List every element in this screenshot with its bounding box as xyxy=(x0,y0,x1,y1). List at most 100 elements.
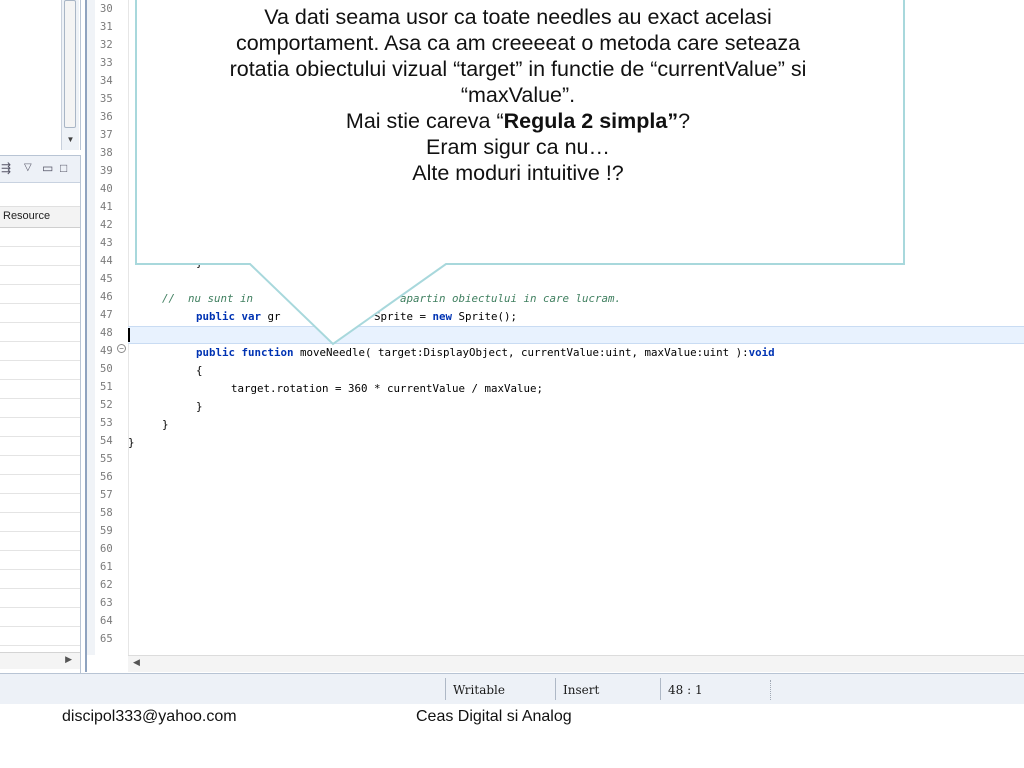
filter-icon[interactable]: ⇶ xyxy=(1,161,11,175)
table-row[interactable] xyxy=(0,589,80,608)
table-row[interactable] xyxy=(0,437,80,456)
table-row[interactable] xyxy=(0,456,80,475)
editor-horizontal-scrollbar[interactable]: ◀ xyxy=(128,655,1024,672)
line-number: 54 xyxy=(100,435,113,447)
code-line-50[interactable]: { xyxy=(196,362,203,380)
code-line-51[interactable]: target.rotation = 360 * currentValue / m… xyxy=(231,380,543,398)
table-row[interactable] xyxy=(0,399,80,418)
line-number: 35 xyxy=(100,93,113,105)
line-number: 39 xyxy=(100,165,113,177)
keyword-public: public xyxy=(196,310,236,323)
problems-panel: ⇶ ▽ ▭ □ Resource ▶ xyxy=(0,155,81,674)
line-number: 59 xyxy=(100,525,113,537)
line-number: 50 xyxy=(100,363,113,375)
callout-line: comportament. Asa ca am creeeeat o metod… xyxy=(235,31,801,55)
identifier: gr xyxy=(261,310,281,323)
table-row[interactable] xyxy=(0,551,80,570)
code-line-47[interactable]: public var gr Sprite = new Sprite(); xyxy=(196,308,517,326)
table-row[interactable] xyxy=(0,266,80,285)
footer-title: Ceas Digital si Analog xyxy=(416,708,572,725)
status-cursor-position: 48 : 1 xyxy=(668,683,703,697)
scroll-down-arrow-icon[interactable]: ▼ xyxy=(62,133,79,147)
outline-scrollbar[interactable]: ▼ xyxy=(61,0,79,150)
footer-email: discipol333@yahoo.com xyxy=(62,708,237,725)
callout-line: Va dati seama usor ca toate needles au e… xyxy=(264,5,772,29)
status-bar: Writable Insert 48 : 1 xyxy=(0,673,1024,704)
scroll-right-arrow-icon[interactable]: ▶ xyxy=(65,654,72,665)
minimize-icon[interactable]: ▭ xyxy=(42,161,53,175)
type-sprite: Sprite = xyxy=(374,310,433,323)
table-row[interactable] xyxy=(0,608,80,627)
resource-column-header[interactable]: Resource xyxy=(0,206,80,228)
line-number: 36 xyxy=(100,111,113,123)
line-number: 33 xyxy=(100,57,113,69)
fold-toggle-icon[interactable]: − xyxy=(117,344,126,353)
line-number: 58 xyxy=(100,507,113,519)
line-number: 47 xyxy=(100,309,113,321)
line-number: 40 xyxy=(100,183,113,195)
line-number: 30 xyxy=(100,3,113,15)
scrollbar-thumb[interactable] xyxy=(64,0,76,128)
code-line-54[interactable]: } xyxy=(128,434,135,452)
table-row[interactable] xyxy=(0,627,80,646)
outline-panel: ▼ xyxy=(0,0,81,150)
callout-text: Va dati seama usor ca toate needles au e… xyxy=(136,4,900,186)
table-row[interactable] xyxy=(0,380,80,399)
table-row[interactable] xyxy=(0,532,80,551)
callout-line: “maxValue”. xyxy=(460,83,576,107)
maximize-icon[interactable]: □ xyxy=(60,161,67,175)
callout-bold-text: Regula 2 simpla” xyxy=(503,109,679,133)
line-number: 42 xyxy=(100,219,113,231)
table-row[interactable] xyxy=(0,570,80,589)
line-number: 52 xyxy=(100,399,113,411)
table-row[interactable] xyxy=(0,342,80,361)
table-row[interactable] xyxy=(0,361,80,380)
view-menu-icon[interactable]: ▽ xyxy=(24,161,32,175)
table-row[interactable] xyxy=(0,494,80,513)
line-number: 37 xyxy=(100,129,113,141)
line-number: 48 xyxy=(100,327,113,339)
table-row[interactable] xyxy=(0,323,80,342)
table-row[interactable] xyxy=(0,285,80,304)
keyword-var: var xyxy=(241,310,262,323)
problems-toolbar: ⇶ ▽ ▭ □ xyxy=(0,156,80,183)
code-line-49[interactable]: public function moveNeedle( target:Displ… xyxy=(196,344,775,362)
keyword-function: function xyxy=(241,346,294,359)
comment-start: // nu sunt in xyxy=(162,292,254,305)
callout-line: Mai stie careva “Regula 2 simpla”? xyxy=(136,108,900,134)
line-number: 55 xyxy=(100,453,113,465)
line-number: 65 xyxy=(100,633,113,645)
problems-horizontal-scrollbar[interactable]: ▶ xyxy=(0,652,80,669)
line-number: 63 xyxy=(100,597,113,609)
callout-line: Eram sigur ca nu… xyxy=(425,135,610,159)
table-row[interactable] xyxy=(0,247,80,266)
callout-text-prefix: Mai stie careva “ xyxy=(345,109,504,133)
line-number: 31 xyxy=(100,21,113,33)
status-insert-mode[interactable]: Insert xyxy=(555,678,660,702)
status-grip xyxy=(770,680,772,700)
table-row[interactable] xyxy=(0,228,80,247)
code-line-53[interactable]: } xyxy=(162,416,169,434)
line-number: 45 xyxy=(100,273,113,285)
table-row[interactable] xyxy=(0,513,80,532)
code-line-52[interactable]: } xyxy=(196,398,203,416)
code-line-44[interactable]: } xyxy=(196,254,203,272)
line-number: 57 xyxy=(100,489,113,501)
line-number: 32 xyxy=(100,39,113,51)
line-number: 61 xyxy=(100,561,113,573)
line-number: 53 xyxy=(100,417,113,429)
text-caret xyxy=(128,328,130,342)
line-number: 60 xyxy=(100,543,113,555)
keyword-new: new xyxy=(432,310,453,323)
table-row[interactable] xyxy=(0,475,80,494)
column-header-label: Resource xyxy=(3,210,51,222)
table-row[interactable] xyxy=(0,304,80,323)
keyword-public: public xyxy=(196,346,236,359)
status-writable: Writable xyxy=(453,683,505,697)
table-row[interactable] xyxy=(0,418,80,437)
code-line-46[interactable]: // nu sunt in i sus, eu apartin obiectulu… xyxy=(162,290,621,308)
line-number: 38 xyxy=(100,147,113,159)
line-number: 51 xyxy=(100,381,113,393)
scroll-left-arrow-icon[interactable]: ◀ xyxy=(133,657,140,668)
callout-line: rotatia obiectului vizual “target” in fu… xyxy=(229,57,807,81)
